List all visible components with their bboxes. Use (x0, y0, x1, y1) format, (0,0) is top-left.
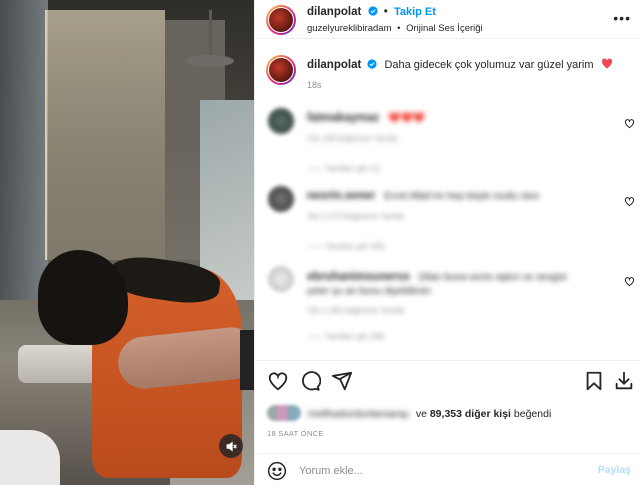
commenter-avatar[interactable] (268, 108, 294, 134)
post-comment-button[interactable]: Paylaş (598, 464, 631, 476)
liker-avatars[interactable] (267, 405, 301, 421)
mute-button[interactable] (219, 434, 243, 458)
comment-meta: 16s 1.185 beğenme Yanıtla (307, 306, 405, 315)
post-time-ago: 18 SAAT ÖNCE (267, 429, 324, 438)
comment-text-line: ebruhanimsunerss Dilan buna senin aşkın … (307, 270, 567, 299)
commenter-avatar[interactable] (268, 266, 294, 292)
separator-dot: • (397, 23, 401, 34)
comment-like-heart-icon[interactable] (624, 118, 635, 129)
video-scene-sink (18, 345, 98, 383)
likes-count[interactable]: 89,353 diğer kişi (430, 408, 511, 420)
view-replies-link[interactable]: —— Yanıtları gör (43) (307, 242, 385, 251)
follow-button[interactable]: Takip Et (394, 6, 436, 18)
likes-summary: melihadurdunlarsaray ve 89,353 diğer kiş… (267, 405, 551, 421)
video-scene-sleeve (240, 330, 254, 390)
post-actions: melihadurdunlarsaray ve 89,353 diğer kiş… (255, 360, 640, 485)
comment-item: nesrin.sener Ervel Allah'ım hep böyle mu… (255, 186, 640, 266)
video-scene-wall (0, 0, 48, 300)
heart-icon[interactable] (267, 370, 289, 392)
liker-names[interactable]: melihadurdunlarsaray (308, 408, 409, 420)
author-username[interactable]: dilanpolat (307, 6, 361, 18)
video-scene-shower (209, 10, 212, 56)
comment-text-line: nesrin.sener Ervel Allah'ım hep böyle mu… (307, 190, 540, 202)
comment-text: ❤️❤️❤️ (388, 113, 426, 124)
separator-dot: • (383, 6, 388, 18)
commenter-username[interactable]: nesrin.sener (307, 190, 375, 202)
heart-emoji-icon (601, 58, 613, 72)
more-icon[interactable]: ••• (613, 10, 631, 26)
comment-icon[interactable] (299, 370, 321, 392)
location-link[interactable]: guzelyureklibiradam (307, 23, 391, 34)
author-avatar[interactable] (266, 5, 296, 35)
caption-time: 18s (307, 80, 322, 90)
comment-item: ebruhanimsunerss Dilan buna senin aşkın … (255, 266, 640, 346)
post-caption: dilanpolat Daha gidecek çok yolumuz var … (255, 50, 640, 100)
commenter-username[interactable]: fatmakaymaz (307, 112, 379, 124)
header-subtitle-line: guzelyureklibiradam • Orijinal Ses İçeri… (307, 23, 483, 34)
comment-meta: 16s 1.073 beğenme Yanıtla (307, 212, 405, 221)
comment-meta: 13s 149 beğenme Yanıtla (307, 134, 398, 143)
share-icon[interactable] (331, 370, 353, 392)
commenter-username[interactable]: ebruhanimsunerss (307, 271, 410, 283)
emoji-icon[interactable] (267, 461, 287, 481)
video-scene-shower (186, 55, 234, 67)
commenter-avatar[interactable] (268, 186, 294, 212)
mute-icon (226, 440, 237, 452)
caption-message: Daha gidecek çok yolumuz var güzel yarim (384, 59, 594, 71)
video-scene-glass (45, 10, 165, 260)
post-details-panel: dilanpolat • Takip Et guzelyureklibirada… (254, 0, 640, 485)
post-header: dilanpolat • Takip Et guzelyureklibirada… (255, 0, 640, 39)
comment-input[interactable] (299, 460, 579, 482)
view-replies-link[interactable]: —— Yanıtları gör (48) (307, 332, 385, 341)
download-icon[interactable] (613, 370, 635, 392)
comment-like-heart-icon[interactable] (624, 276, 635, 287)
likes-and: ve (415, 408, 427, 420)
caption-username[interactable]: dilanpolat (307, 59, 361, 71)
author-avatar[interactable] (266, 55, 296, 85)
caption-text-line: dilanpolat Daha gidecek çok yolumuz var … (307, 58, 613, 72)
post-video[interactable] (0, 0, 254, 485)
bookmark-icon[interactable] (583, 370, 605, 392)
audio-link[interactable]: Orijinal Ses İçeriği (406, 23, 483, 34)
comment-text-line: fatmakaymaz ❤️❤️❤️ (307, 112, 425, 124)
comment-item: fatmakaymaz ❤️❤️❤️ 13s 149 beğenme Yanıt… (255, 108, 640, 188)
comment-text: Ervel Allah'ım hep böyle mutlu olun (384, 191, 540, 202)
comment-like-heart-icon[interactable] (624, 196, 635, 207)
verified-badge-icon (367, 6, 378, 16)
header-title-line: dilanpolat • Takip Et (307, 6, 436, 18)
likes-suffix: beğendi (513, 408, 552, 420)
video-scene-floor (0, 430, 60, 485)
view-replies-link[interactable]: —— Yanıtları gör (1) (307, 164, 380, 173)
add-comment-bar: Paylaş (255, 453, 640, 485)
verified-badge-icon (367, 59, 377, 69)
